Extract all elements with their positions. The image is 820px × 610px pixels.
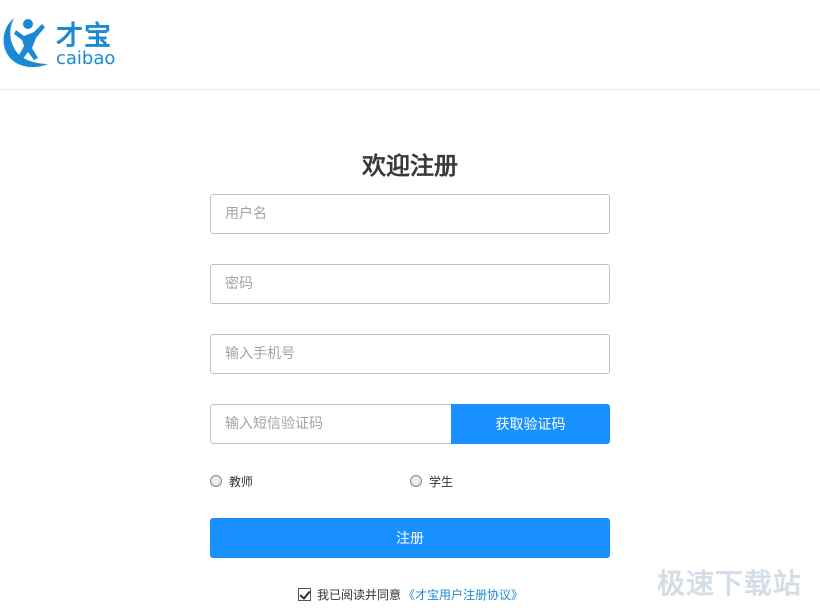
caibao-logo[interactable]: 才宝 caibao: [0, 8, 120, 72]
username-input[interactable]: [211, 195, 609, 233]
site-watermark: 极速下载站: [656, 567, 802, 600]
page-title: 欢迎注册: [362, 152, 458, 180]
role-radio-student[interactable]: 学生: [410, 472, 453, 490]
register-button[interactable]: 注册: [210, 518, 610, 558]
radio-circle-icon[interactable]: [410, 475, 422, 487]
sms-code-input[interactable]: [211, 405, 451, 443]
role-teacher-label: 教师: [229, 474, 254, 489]
role-student-label: 学生: [429, 474, 454, 489]
agree-checkbox[interactable]: [298, 587, 311, 601]
page-header: 才宝 caibao: [0, 0, 820, 90]
password-field-box: [210, 264, 610, 304]
phone-field-box: [210, 334, 610, 374]
agree-text: 我已阅读并同意: [317, 587, 402, 602]
get-code-button[interactable]: 获取验证码: [451, 404, 610, 444]
username-field-box: [210, 194, 610, 234]
role-radio-teacher[interactable]: 教师: [210, 472, 253, 490]
agreement-link[interactable]: 《才宝用户注册协议》: [403, 586, 523, 603]
agreement-row: 我已阅读并同意 《才宝用户注册协议》: [298, 586, 523, 602]
sms-code-field-box: [210, 404, 452, 444]
radio-circle-icon[interactable]: [210, 475, 222, 487]
sms-code-row: 获取验证码: [210, 404, 610, 444]
password-input[interactable]: [211, 265, 609, 303]
logo-english-text: caibao: [56, 48, 116, 69]
person-jumping-icon: [3, 18, 49, 68]
phone-input[interactable]: [211, 335, 609, 373]
